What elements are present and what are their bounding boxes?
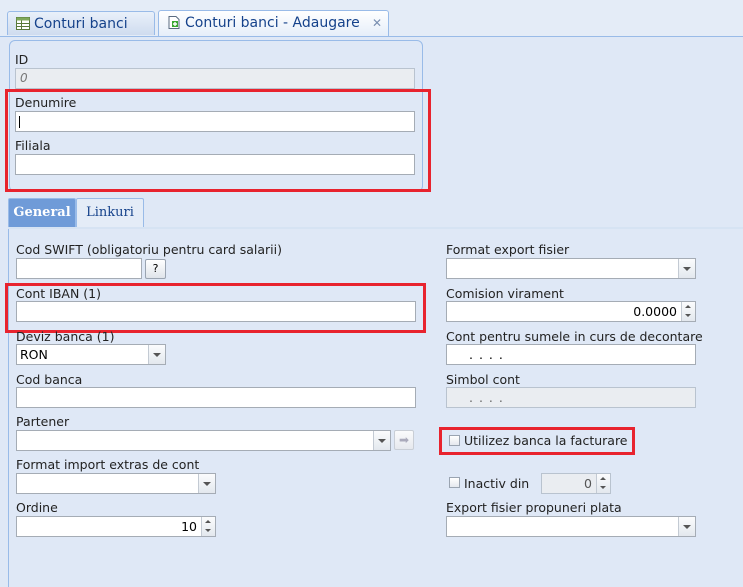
comision-label: Comision virament [446, 286, 564, 301]
cod-banca-label: Cod banca [16, 372, 83, 387]
simbol-field: . . . . [446, 387, 696, 408]
chevron-down-icon[interactable] [678, 517, 695, 536]
ordine-value: 10 [181, 519, 197, 534]
export-propuneri-label: Export fisier propuneri plata [446, 500, 622, 515]
format-import-label: Format import extras de cont [16, 457, 200, 472]
format-export-combo[interactable] [446, 258, 696, 279]
export-propuneri-combo[interactable] [446, 516, 696, 537]
iban-label: Cont IBAN (1) [16, 286, 102, 301]
ordine-label: Ordine [16, 500, 58, 515]
format-import-combo[interactable] [16, 473, 216, 494]
deviz-combo[interactable]: RON [16, 344, 166, 365]
simbol-label: Simbol cont [446, 372, 520, 387]
document-add-icon [168, 16, 180, 29]
swift-label: Cod SWIFT (obligatoriu pentru card salar… [16, 242, 283, 257]
id-label: ID [15, 52, 29, 67]
comision-value: 0.0000 [633, 304, 677, 319]
ordine-stepper[interactable]: 10 [16, 516, 216, 537]
denumire-label: Denumire [15, 95, 77, 110]
close-icon[interactable]: ✕ [372, 11, 382, 35]
partener-label: Partener [16, 414, 70, 429]
arrow-right-icon[interactable]: ➡ [394, 430, 414, 450]
utilizez-label[interactable]: Utilizez banca la facturare [464, 433, 628, 448]
chevron-down-icon[interactable] [373, 431, 390, 450]
format-export-label: Format export fisier [446, 242, 570, 257]
cont-decontare-label: Cont pentru sumele in curs de decontare [446, 329, 703, 344]
iban-field[interactable] [16, 301, 416, 322]
utilizez-checkbox[interactable] [449, 435, 460, 446]
tab-conturi-banci[interactable]: Conturi banci [7, 11, 155, 35]
cod-banca-field[interactable] [16, 387, 416, 408]
inactiv-label[interactable]: Inactiv din [464, 476, 529, 491]
spinner-icon[interactable] [201, 517, 215, 536]
partener-combo[interactable] [16, 430, 391, 451]
text-cursor [19, 116, 20, 128]
deviz-label: Deviz banca (1) [16, 329, 115, 344]
chevron-down-icon[interactable] [148, 345, 165, 364]
cont-decontare-field[interactable]: . . . . [446, 344, 696, 365]
spinner-icon[interactable] [681, 302, 695, 321]
spinner-icon [596, 474, 610, 493]
filiala-field[interactable] [15, 154, 415, 175]
tab-linkuri[interactable]: Linkuri [76, 198, 144, 227]
deviz-value: RON [20, 347, 48, 362]
chevron-down-icon[interactable] [198, 474, 215, 493]
filiala-label: Filiala [15, 138, 51, 153]
tab-label: Conturi banci [34, 16, 128, 32]
comision-stepper[interactable]: 0.0000 [446, 301, 696, 322]
id-placeholder: 0 [20, 71, 28, 85]
tab-label: Conturi banci - Adaugare [185, 15, 360, 31]
swift-field[interactable] [16, 258, 142, 279]
denumire-field[interactable] [15, 111, 415, 132]
inactiv-checkbox[interactable] [449, 477, 460, 488]
tab-conturi-banci-adaugare[interactable]: Conturi banci - Adaugare ✕ [158, 10, 389, 36]
tab-general[interactable]: General [8, 198, 76, 227]
table-icon [16, 17, 30, 30]
inactiv-stepper: 0 [541, 473, 611, 494]
chevron-down-icon[interactable] [678, 259, 695, 278]
swift-help-button[interactable]: ? [145, 259, 166, 279]
id-field: 0 [15, 68, 415, 89]
